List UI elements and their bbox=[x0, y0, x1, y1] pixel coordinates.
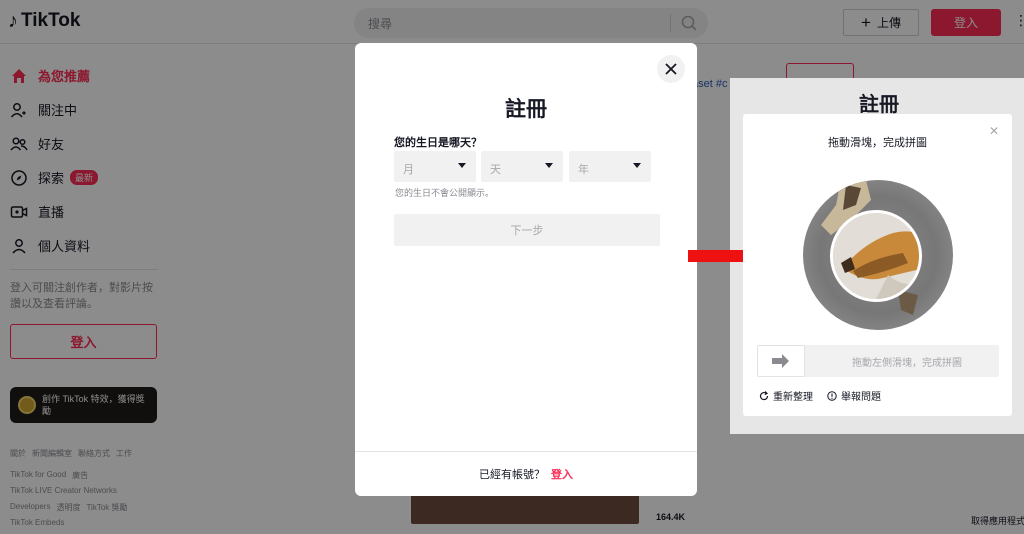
captcha-refresh-button[interactable]: 重新整理 bbox=[759, 388, 813, 403]
birthday-note: 您的生日不會公開顯示。 bbox=[395, 188, 495, 198]
captcha-close-icon[interactable]: ✕ bbox=[989, 124, 999, 138]
chevron-down-icon bbox=[633, 163, 641, 168]
modal-footer: 已經有帳號？ 登入 bbox=[355, 451, 697, 496]
modal-title: 註冊 bbox=[505, 98, 547, 121]
refresh-label: 重新整理 bbox=[773, 392, 813, 403]
captcha-rotating-piece[interactable] bbox=[830, 210, 922, 302]
refresh-icon bbox=[759, 390, 769, 400]
year-placeholder: 年 bbox=[578, 164, 589, 176]
info-icon bbox=[827, 390, 837, 401]
month-select[interactable]: 月 bbox=[394, 151, 476, 182]
captcha-actions: 重新整理 舉報問題 bbox=[759, 388, 881, 403]
close-icon bbox=[665, 63, 677, 75]
arrow-right-icon bbox=[772, 354, 789, 368]
chevron-down-icon bbox=[545, 163, 553, 168]
login-link[interactable]: 登入 bbox=[551, 466, 573, 482]
captcha-report-button[interactable]: 舉報問題 bbox=[827, 388, 881, 403]
secondary-panel-title: 註冊 bbox=[859, 94, 899, 116]
month-placeholder: 月 bbox=[403, 164, 414, 176]
captcha-dialog: 拖動滑塊，完成拼圖 ✕ 拖動左側滑塊，完成拼圖 重新整理 舉報問題 bbox=[743, 114, 1012, 416]
day-select[interactable]: 天 bbox=[481, 151, 563, 182]
captcha-slider-handle[interactable] bbox=[757, 345, 805, 377]
report-label: 舉報問題 bbox=[841, 392, 881, 403]
signup-modal: 註冊 您的生日是哪天？ 月 天 年 您的生日不會公開顯示。 下一步 已經有帳號？… bbox=[355, 43, 697, 496]
captcha-slider-track[interactable]: 拖動左側滑塊，完成拼圖 bbox=[757, 345, 999, 377]
year-select[interactable]: 年 bbox=[569, 151, 651, 182]
next-button[interactable]: 下一步 bbox=[394, 214, 660, 246]
captcha-title: 拖動滑塊，完成拼圖 bbox=[828, 137, 927, 149]
have-account-text: 已經有帳號？ bbox=[479, 469, 545, 481]
day-placeholder: 天 bbox=[490, 164, 501, 176]
captcha-slider-hint: 拖動左側滑塊，完成拼圖 bbox=[852, 358, 962, 369]
close-button[interactable] bbox=[657, 55, 685, 83]
chevron-down-icon bbox=[458, 163, 466, 168]
birthday-question: 您的生日是哪天？ bbox=[394, 137, 482, 149]
